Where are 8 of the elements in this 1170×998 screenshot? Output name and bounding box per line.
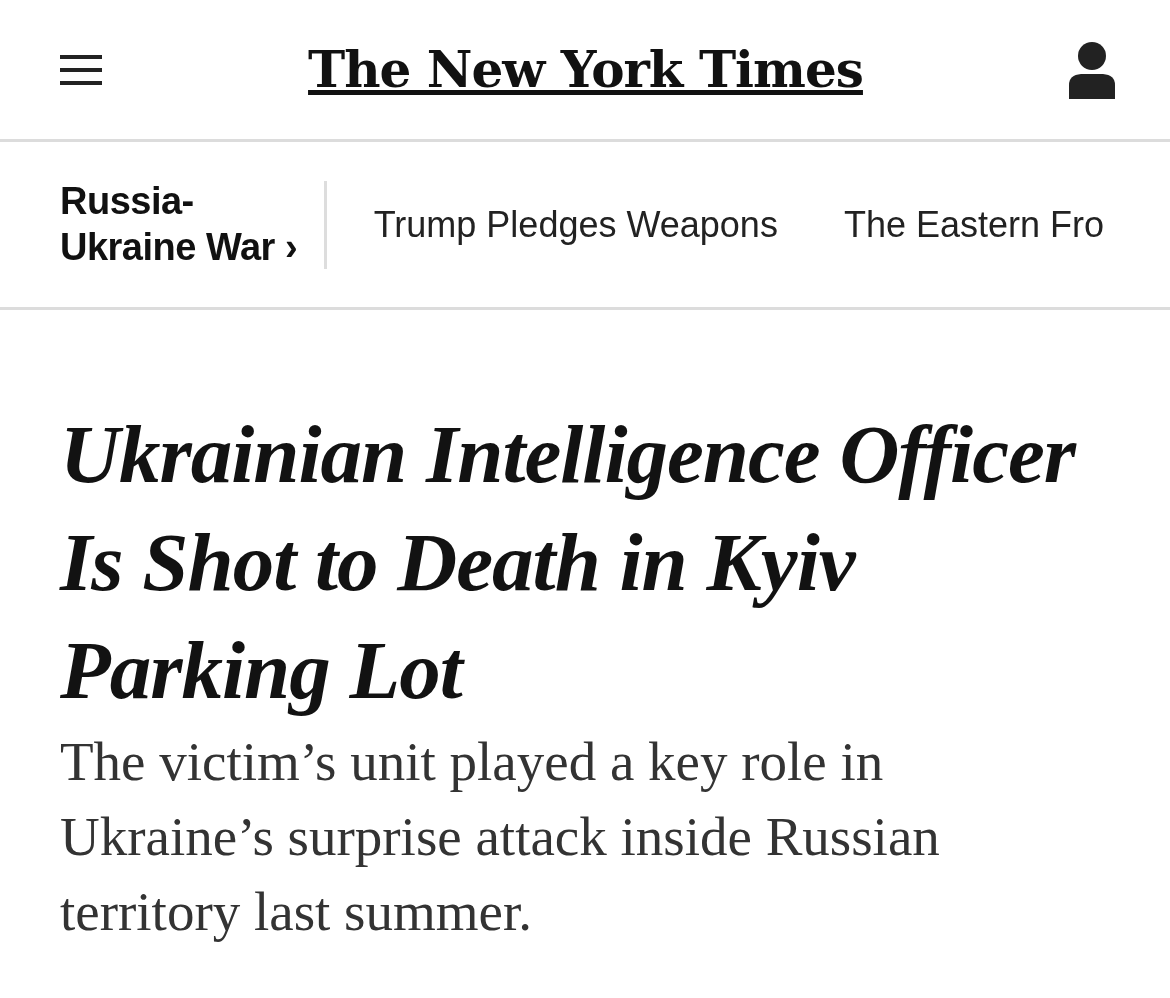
section-link[interactable]: Russia-Ukraine War › — [60, 178, 300, 271]
logo[interactable]: The New York Times — [308, 32, 863, 107]
summary: The victim’s unit played a key role in Ukraine’s surprise attack inside Russian territory last summer. — [60, 730, 941, 944]
nav-link[interactable]: The Eastern Fro — [843, 197, 1104, 252]
menu-icon[interactable] — [60, 54, 102, 85]
headline: Ukrainian Intelligence Officer Is Shot to Death in Kyiv Parking Lot — [60, 407, 1078, 718]
account-icon[interactable] — [1069, 40, 1115, 99]
nav-link[interactable]: Trump Pledges Weapons — [373, 197, 778, 252]
